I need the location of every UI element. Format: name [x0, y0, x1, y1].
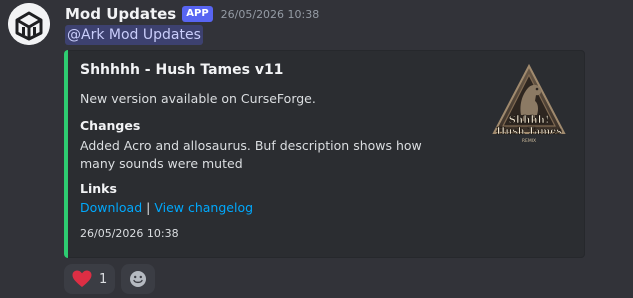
embed-card: Shhhhh - Hush Tames v11 New version avai… — [64, 50, 585, 258]
embed-thumbnail-icon[interactable]: Shhhh! Hush Tames REMIX — [491, 63, 567, 145]
author-avatar[interactable] — [8, 3, 50, 45]
author-name[interactable]: Mod Updates — [65, 5, 176, 23]
mod-updates-logo-icon — [8, 3, 50, 45]
changelog-link[interactable]: View changelog — [154, 200, 253, 215]
message-header: Mod Updates APP 26/05/2026 10:38 — [65, 3, 319, 25]
role-mention[interactable]: @Ark Mod Updates — [65, 25, 203, 45]
reaction-heart[interactable]: 1 — [64, 264, 116, 294]
download-link[interactable]: Download — [80, 200, 142, 215]
field-changes-value: Added Acro and allosaurus. Buf descripti… — [80, 138, 422, 171]
link-separator: | — [146, 200, 151, 215]
reaction-count: 1 — [99, 271, 108, 287]
message-timestamp: 26/05/2026 10:38 — [220, 7, 320, 21]
svg-text:Shhhh!: Shhhh! — [509, 115, 550, 126]
field-links-name: Links — [80, 181, 117, 196]
embed-title: Shhhhh - Hush Tames v11 — [80, 62, 284, 78]
field-changes-name: Changes — [80, 118, 141, 133]
add-reaction-button[interactable] — [121, 264, 156, 294]
add-reaction-icon — [130, 271, 147, 287]
embed-description: New version available on CurseForge. — [80, 91, 316, 106]
heart-icon — [72, 270, 92, 287]
app-badge: APP — [182, 6, 213, 22]
embed-accent-bar — [64, 50, 68, 258]
svg-text:Hush Tames: Hush Tames — [496, 126, 561, 137]
reactions-bar: 1 — [64, 264, 156, 294]
field-links-value: Download | View changelog — [80, 200, 253, 215]
embed-footer-timestamp: 26/05/2026 10:38 — [80, 227, 179, 240]
svg-text:REMIX: REMIX — [522, 138, 536, 144]
